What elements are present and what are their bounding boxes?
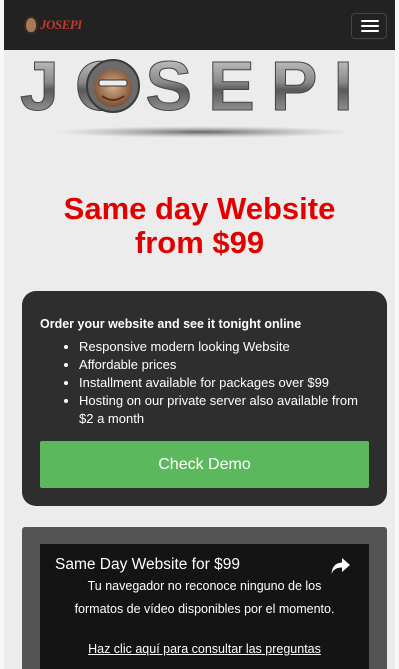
feature-list: Responsive modern looking Website Afford… [40, 338, 369, 428]
feature-item: Installment available for packages over … [79, 374, 369, 392]
video-help-link[interactable]: Haz clic aquí para consultar las pregunt… [40, 642, 369, 656]
video-title[interactable]: Same Day Website for $99 [55, 556, 240, 574]
brand-logo[interactable]: JOSEPI [24, 14, 82, 36]
hamburger-menu-icon [361, 20, 379, 22]
share-arrow-icon[interactable] [331, 557, 351, 575]
page-frame-right [395, 0, 399, 669]
headline-line-1: Same day Website [63, 191, 336, 226]
hero-face-icon [86, 59, 140, 113]
headline: Same day Website from $99 [4, 192, 395, 260]
hero-logo-letter-j: JOSEPI [20, 52, 369, 125]
video-unsupported-message: Tu navegador no reconoce ninguno de los … [74, 579, 335, 616]
feature-item: Responsive modern looking Website [79, 338, 369, 356]
offer-card-title: Order your website and see it tonight on… [40, 317, 302, 331]
page-frame-left [0, 0, 4, 669]
hamburger-menu-button[interactable] [351, 13, 387, 39]
video-section: Same Day Website for $99 Tu navegador no… [22, 527, 387, 669]
brand-text: JOSEPI [40, 17, 82, 32]
feature-item: Hosting on our private server also avail… [79, 392, 369, 428]
hero-logo-graphic: JOSEPI [20, 47, 369, 138]
headline-line-2: from $99 [134, 225, 265, 260]
feature-item: Affordable prices [79, 356, 369, 374]
brand-face-icon [24, 16, 38, 34]
check-demo-button[interactable]: Check Demo [40, 441, 369, 488]
offer-card: Order your website and see it tonight on… [22, 291, 387, 506]
hero-logo: JOSEPI [20, 47, 385, 142]
top-navbar: JOSEPI [4, 0, 395, 50]
video-player[interactable]: Same Day Website for $99 Tu navegador no… [40, 544, 369, 669]
